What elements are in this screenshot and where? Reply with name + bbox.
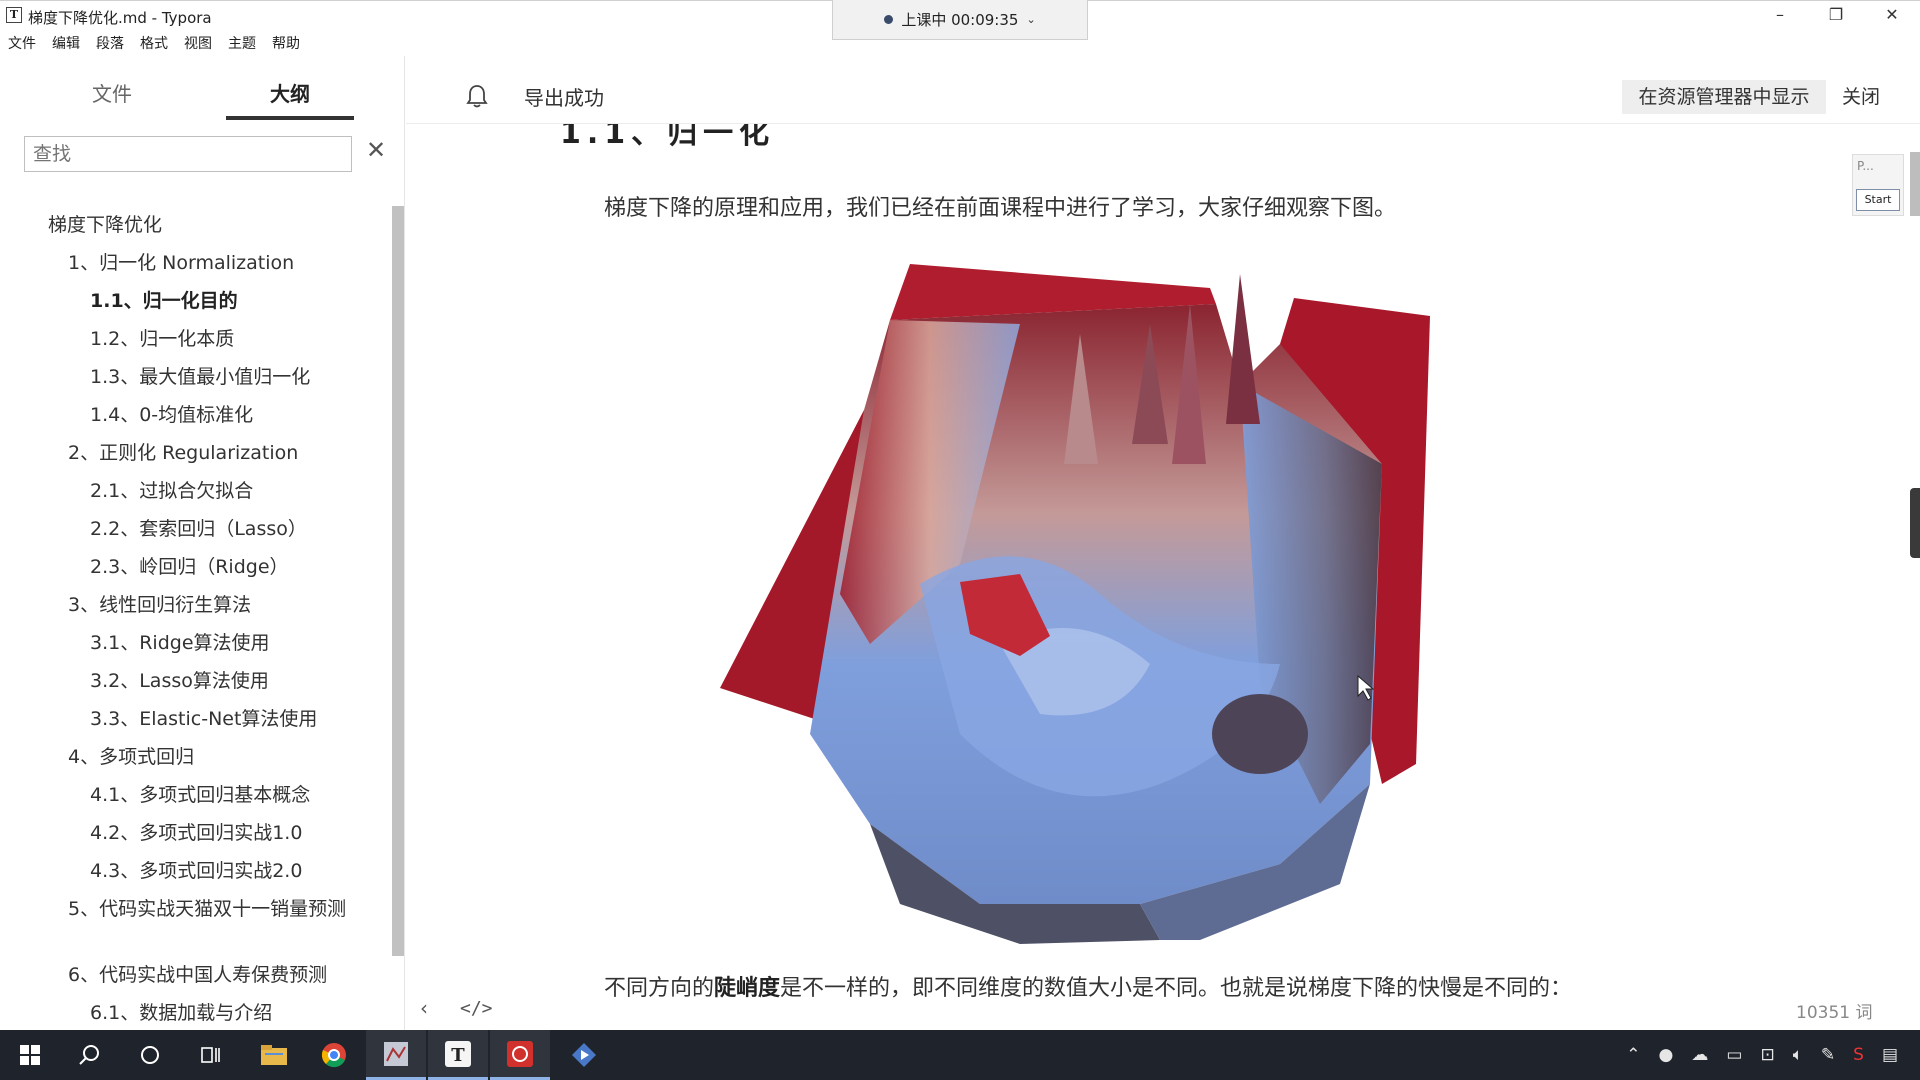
- outline-item[interactable]: 6.1、数据加载与介绍: [0, 994, 390, 1032]
- chevron-up-icon[interactable]: ⌃: [1626, 1045, 1640, 1065]
- file-explorer-icon[interactable]: [244, 1030, 304, 1080]
- bold-steepness-term: 陡峭度: [714, 976, 781, 1001]
- battery-icon[interactable]: ▭: [1726, 1045, 1742, 1065]
- sidebar-scrollbar[interactable]: [392, 206, 404, 956]
- cortana-icon[interactable]: [120, 1030, 180, 1080]
- loss-surface-image: [720, 264, 1430, 944]
- menu-item[interactable]: 段落: [88, 30, 132, 54]
- class-timer[interactable]: 上课中 00:09:35 ⌄: [832, 0, 1088, 40]
- menu-bar: 文件 编辑 段落 格式 视图 主题 帮助: [0, 30, 308, 54]
- timer-text: 上课中 00:09:35: [901, 11, 1019, 29]
- paint-icon[interactable]: [366, 1030, 426, 1080]
- active-tab-indicator: [226, 116, 354, 120]
- outline-item[interactable]: 梯度下降优化: [0, 206, 390, 244]
- source-code-mode-icon[interactable]: </>: [460, 998, 493, 1019]
- menu-item[interactable]: 视图: [176, 30, 220, 54]
- paragraph-intro: 梯度下降的原理和应用，我们已经在前面课程中进行了学习，大家仔细观察下图。: [604, 196, 1397, 221]
- outline-item[interactable]: 4.1、多项式回归基本概念: [0, 776, 390, 814]
- notification-icon[interactable]: ▤: [1882, 1045, 1898, 1065]
- pdf-icon[interactable]: [490, 1030, 550, 1080]
- sidebar: 文件 大纲 ✕ 梯度下降优化1、归一化 Normalization1.1、归一化…: [0, 56, 405, 1030]
- minimize-button[interactable]: –: [1752, 1, 1808, 31]
- tab-outline[interactable]: 大纲: [270, 78, 310, 107]
- outline-item[interactable]: 3、线性回归衍生算法: [0, 586, 390, 624]
- outline-search-input[interactable]: [24, 136, 352, 172]
- outline-item[interactable]: 1.3、最大值最小值归一化: [0, 358, 390, 396]
- outline-item[interactable]: 4、多项式回归: [0, 738, 390, 776]
- close-notification-button[interactable]: 关闭: [1842, 80, 1880, 114]
- outline-item[interactable]: 2.1、过拟合欠拟合: [0, 472, 390, 510]
- side-handle[interactable]: [1910, 488, 1920, 558]
- menu-item[interactable]: 文件: [0, 30, 44, 54]
- start-button[interactable]: Start: [1856, 189, 1900, 211]
- window-title: 梯度下降优化.md - Typora: [28, 9, 212, 27]
- outline-list: 梯度下降优化 1、归一化 Normalization 1.1、归一化目的 1.2、归一…: [0, 206, 390, 1032]
- maximize-button[interactable]: ❐: [1808, 1, 1864, 31]
- outline-item[interactable]: 6、代码实战中国人寿保费预测: [0, 956, 390, 994]
- outline-item[interactable]: 5、代码实战天猫双十一销量预测: [0, 890, 390, 956]
- bell-icon: [466, 85, 488, 108]
- editor-scrollbar[interactable]: [1910, 152, 1920, 216]
- tab-files[interactable]: 文件: [92, 78, 132, 107]
- clear-search-icon[interactable]: ✕: [366, 136, 386, 164]
- window-controls: – ❐ ✕: [1752, 1, 1920, 31]
- sogou-icon[interactable]: S: [1853, 1045, 1864, 1065]
- windows-start-icon[interactable]: [0, 1030, 60, 1080]
- system-tray: ⌃ ● ☁ ▭ ⊡ 🔈︎ ✎ S ▤: [1626, 1030, 1920, 1080]
- outline-item[interactable]: 3.2、Lasso算法使用: [0, 662, 390, 700]
- cloud-icon[interactable]: ☁: [1691, 1045, 1708, 1065]
- word-count[interactable]: 10351 词: [1796, 998, 1872, 1023]
- taskbar: T ⌃ ● ☁ ▭ ⊡ 🔈︎ ✎ S ▤: [0, 1030, 1920, 1080]
- paragraph-steepness: 不同方向的陡峭度是不一样的，即不同维度的数值大小是不同。也就是说梯度下降的快慢是…: [604, 976, 1573, 1001]
- section-heading-partial: 1.1、归一化目的: [560, 124, 776, 151]
- badge-icon[interactable]: ●: [1659, 1045, 1674, 1065]
- menu-item[interactable]: 帮助: [264, 30, 308, 54]
- pen-icon[interactable]: ✎: [1821, 1045, 1835, 1065]
- chrome-icon[interactable]: [304, 1030, 364, 1080]
- outline-item[interactable]: 1.2、归一化本质: [0, 320, 390, 358]
- outline-item[interactable]: 1.1、归一化目的: [0, 282, 390, 320]
- menu-item[interactable]: 编辑: [44, 30, 88, 54]
- search-icon[interactable]: [60, 1030, 120, 1080]
- menu-item[interactable]: 主题: [220, 30, 264, 54]
- chevron-down-icon[interactable]: ⌄: [1026, 13, 1035, 26]
- svg-text:T: T: [451, 1045, 465, 1066]
- outline-item[interactable]: 2、正则化 Regularization: [0, 434, 390, 472]
- outline-item[interactable]: 2.3、岭回归（Ridge）: [0, 548, 390, 586]
- plugin-label: P...: [1857, 159, 1874, 173]
- app-icon[interactable]: [554, 1030, 614, 1080]
- notification-bar: 导出成功 在资源管理器中显示 关闭: [406, 56, 1920, 124]
- notification-text: 导出成功: [524, 86, 604, 110]
- toggle-sidebar-icon[interactable]: ‹: [420, 996, 428, 1020]
- menu-item[interactable]: 格式: [132, 30, 176, 54]
- volume-icon[interactable]: 🔈︎: [1793, 1045, 1803, 1065]
- show-in-explorer-button[interactable]: 在资源管理器中显示: [1622, 80, 1826, 114]
- outline-item[interactable]: 3.1、Ridge算法使用: [0, 624, 390, 662]
- recording-dot-icon: [884, 15, 894, 24]
- outline-item[interactable]: 1、归一化 Normalization: [0, 244, 390, 282]
- outline-item[interactable]: 2.2、套索回归（Lasso）: [0, 510, 390, 548]
- close-window-button[interactable]: ✕: [1864, 1, 1920, 31]
- outline-item[interactable]: 4.2、多项式回归实战1.0: [0, 814, 390, 852]
- task-view-icon[interactable]: [180, 1030, 240, 1080]
- network-icon[interactable]: ⊡: [1760, 1045, 1774, 1065]
- outline-item[interactable]: 4.3、多项式回归实战2.0: [0, 852, 390, 890]
- typora-icon[interactable]: T: [428, 1030, 488, 1080]
- outline-item[interactable]: 3.3、Elastic-Net算法使用: [0, 700, 390, 738]
- outline-item[interactable]: 1.4、0-均值标准化: [0, 396, 390, 434]
- typora-app-icon: T: [6, 7, 22, 23]
- floating-plugin-panel: P... Start: [1852, 154, 1904, 216]
